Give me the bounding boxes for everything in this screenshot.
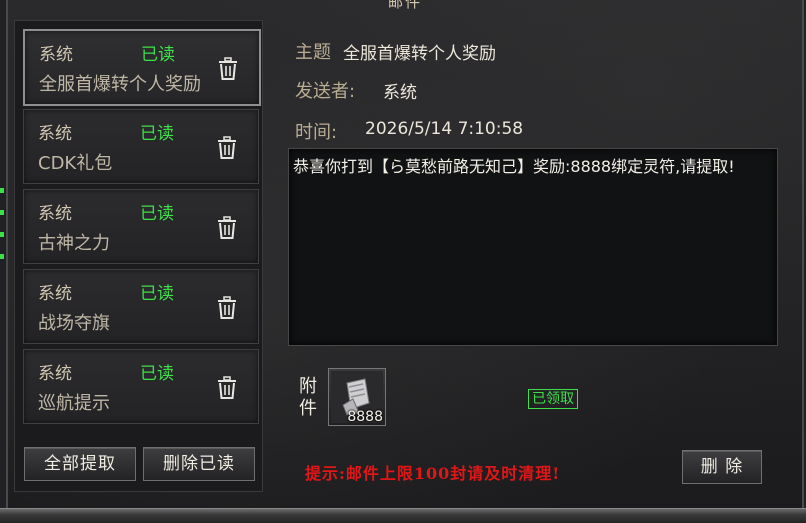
attachment-label: 附件 bbox=[299, 376, 317, 419]
mail-sender: 系统 bbox=[39, 45, 73, 65]
mail-subject: 战场夺旗 bbox=[38, 313, 110, 334]
trash-icon[interactable] bbox=[216, 296, 238, 320]
subject-value: 全服首爆转个人奖励 bbox=[343, 44, 496, 64]
mail-sender: 系统 bbox=[38, 204, 72, 224]
mail-list-panel: 系统 已读 全服首爆转个人奖励 系统 已读 CDK礼包 系统 已读 古神之力 系… bbox=[14, 20, 263, 492]
mail-subject: 巡航提示 bbox=[38, 393, 110, 414]
attachment-status-badge: 已领取 bbox=[528, 389, 578, 409]
trash-icon[interactable] bbox=[216, 376, 238, 400]
mail-read-status: 已读 bbox=[141, 45, 175, 65]
mail-detail-panel: 主题 全服首爆转个人奖励 发送者: 系统 时间: 2026/5/14 7:10:… bbox=[275, 20, 795, 490]
side-indicator bbox=[0, 188, 4, 268]
mail-sender: 系统 bbox=[38, 284, 72, 304]
time-label: 时间: bbox=[295, 122, 338, 143]
mail-sender: 系统 bbox=[38, 364, 72, 384]
trash-icon[interactable] bbox=[217, 57, 239, 81]
mail-sender: 系统 bbox=[38, 124, 72, 144]
mail-content-box: 恭喜你打到【ら莫愁前路无知己】奖励:8888绑定灵符,请提取! bbox=[288, 148, 778, 346]
time-value: 2026/5/14 7:10:58 bbox=[365, 119, 524, 139]
mail-read-status: 已读 bbox=[140, 124, 174, 144]
mail-read-status: 已读 bbox=[140, 204, 174, 224]
mail-read-status: 已读 bbox=[140, 284, 174, 304]
mail-item[interactable]: 系统 已读 巡航提示 bbox=[23, 349, 259, 424]
delete-read-button[interactable]: 删除已读 bbox=[143, 447, 255, 481]
sender-label: 发送者: bbox=[295, 81, 356, 102]
subject-label: 主题 bbox=[295, 42, 331, 63]
mail-content-text: 恭喜你打到【ら莫愁前路无知己】奖励:8888绑定灵符,请提取! bbox=[293, 157, 735, 176]
mail-subject: CDK礼包 bbox=[38, 153, 113, 174]
window-bottom-border bbox=[0, 508, 806, 523]
mail-subject: 古神之力 bbox=[38, 233, 110, 254]
attachment-count: 8888 bbox=[347, 409, 383, 425]
trash-icon[interactable] bbox=[216, 216, 238, 240]
claim-all-button[interactable]: 全部提取 bbox=[24, 447, 136, 481]
delete-button[interactable]: 删 除 bbox=[682, 450, 762, 484]
sender-value: 系统 bbox=[383, 83, 417, 103]
attachment-slot[interactable]: 8888 bbox=[328, 368, 386, 426]
mail-limit-tip: 提示:邮件上限100封请及时清理! bbox=[305, 464, 561, 483]
mail-subject: 全服首爆转个人奖励 bbox=[39, 74, 201, 95]
mail-read-status: 已读 bbox=[140, 364, 174, 384]
mail-item[interactable]: 系统 已读 全服首爆转个人奖励 bbox=[23, 29, 261, 106]
window-title: 邮件 bbox=[387, 0, 422, 11]
trash-icon[interactable] bbox=[216, 136, 238, 160]
mail-item[interactable]: 系统 已读 古神之力 bbox=[23, 189, 259, 264]
mail-item[interactable]: 系统 已读 战场夺旗 bbox=[23, 269, 259, 344]
mail-item[interactable]: 系统 已读 CDK礼包 bbox=[23, 109, 259, 184]
